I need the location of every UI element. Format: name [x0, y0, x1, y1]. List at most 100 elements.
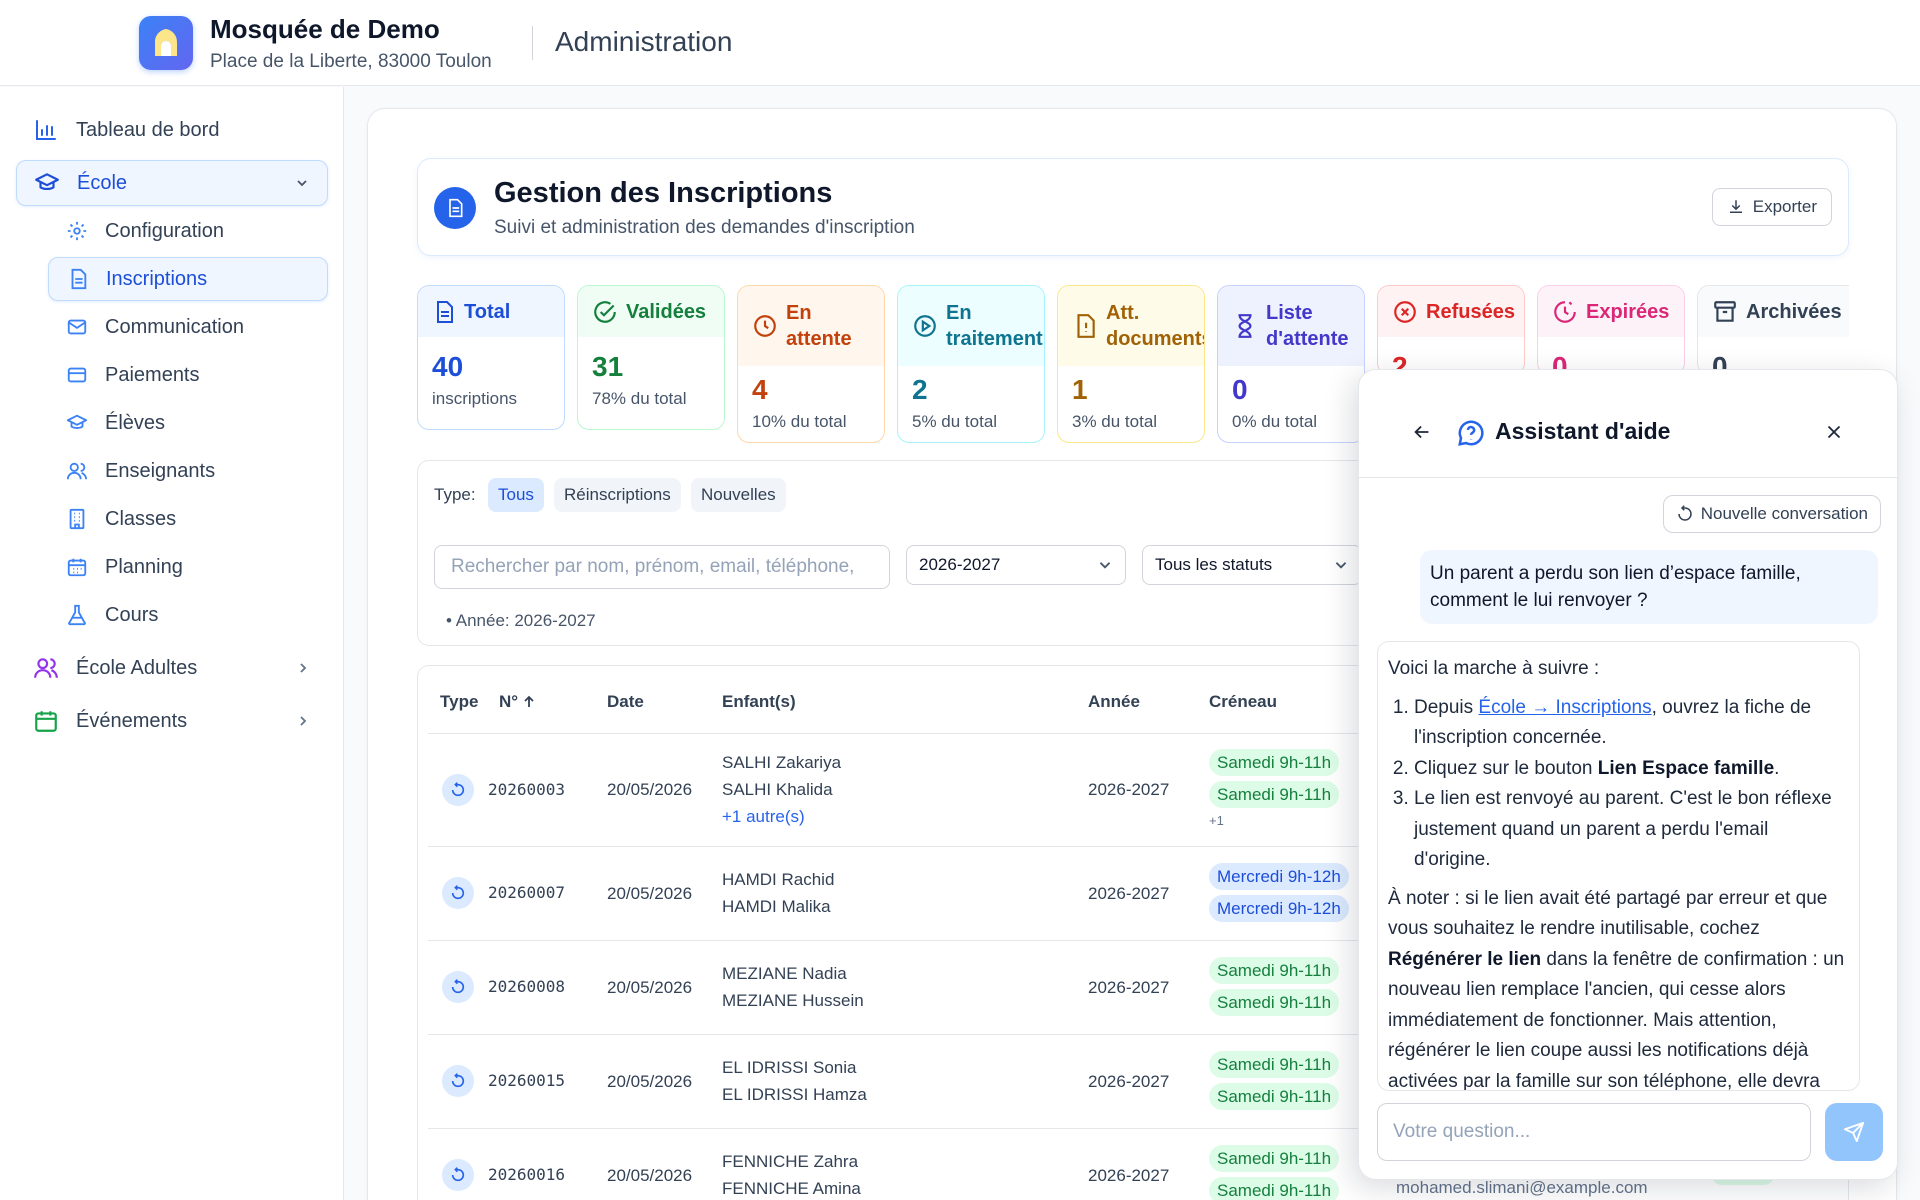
hourglass-icon: [1232, 313, 1258, 339]
download-icon: [1727, 198, 1745, 216]
inscription-number: 20260007: [488, 883, 566, 902]
stat-card-expirees[interactable]: Expirées 0: [1537, 285, 1685, 375]
slot-badge: Mercredi 9h-12h: [1209, 863, 1349, 890]
stat-subtext: 10% du total: [752, 412, 847, 431]
child-name: SALHI Zakariya: [722, 753, 842, 772]
sidebar-item-paiements[interactable]: Paiements: [48, 353, 328, 397]
calendar-icon: [64, 554, 90, 580]
new-conversation-button[interactable]: Nouvelle conversation: [1662, 495, 1881, 533]
type-filter-label: Type:: [434, 485, 476, 504]
stat-card-archivees[interactable]: Archivées 0: [1697, 285, 1849, 375]
sidebar-item-eleves[interactable]: Élèves: [48, 401, 328, 445]
chevron-down-icon: [1097, 557, 1113, 573]
stat-label: Total: [464, 300, 511, 323]
child-name: SALHI Khalida: [722, 780, 833, 799]
stat-card-liste-attente[interactable]: Liste d'attente 0 0% du total: [1217, 285, 1365, 443]
back-arrow-icon[interactable]: [1411, 421, 1433, 443]
children-cell: HAMDI Rachid HAMDI Malika: [722, 866, 834, 920]
sidebar-item-classes[interactable]: Classes: [48, 497, 328, 541]
status-select[interactable]: Tous les statuts: [1142, 545, 1362, 585]
stat-header: Archivées: [1698, 286, 1849, 337]
more-children-link[interactable]: +1 autre(s): [722, 803, 841, 830]
stat-card-en-traitement[interactable]: En traitement 2 5% du total: [897, 285, 1045, 443]
column-header-enfants[interactable]: Enfant(s): [722, 692, 796, 712]
slot-badge: Mercredi 9h-12h: [1209, 895, 1349, 922]
stat-card-att-documents[interactable]: Att. documents 1 3% du total: [1057, 285, 1205, 443]
slots-cell: Samedi 9h-11h Samedi 9h-11h: [1209, 1051, 1340, 1115]
child-name: EL IDRISSI Sonia: [722, 1058, 857, 1077]
clock-icon: [752, 313, 778, 339]
reinscription-icon: [442, 971, 474, 1003]
filter-chip-nouvelles[interactable]: Nouvelles: [691, 478, 786, 512]
column-header-annee[interactable]: Année: [1088, 692, 1140, 712]
sidebar-item-communication[interactable]: Communication: [48, 305, 328, 349]
stat-subtext: inscriptions: [432, 389, 518, 408]
assistant-header: Assistant d'aide: [1359, 370, 1897, 478]
assistant-title: Assistant d'aide: [1495, 418, 1671, 444]
stat-card-refusees[interactable]: Refusées 2: [1377, 285, 1525, 375]
sidebar: [0, 87, 344, 1200]
column-header-label: N°: [499, 692, 519, 711]
org-address: Place de la Liberte, 83000 Toulon: [210, 51, 492, 72]
refresh-icon: [1676, 505, 1694, 523]
stat-card-en-attente[interactable]: En attente 4 10% du total: [737, 285, 885, 443]
inscription-date: 20/05/2026: [607, 884, 693, 903]
sidebar-item-inscriptions[interactable]: Inscriptions: [48, 257, 328, 301]
filter-chip-tous[interactable]: Tous: [488, 478, 544, 512]
child-name: FENNICHE Zahra: [722, 1152, 859, 1171]
sidebar-item-evenements[interactable]: Événements: [16, 698, 328, 744]
reinscription-icon: [442, 877, 474, 909]
step-text: .: [1774, 757, 1780, 779]
graduation-cap-icon: [34, 170, 60, 196]
sidebar-item-ecole[interactable]: École: [16, 160, 328, 206]
send-button[interactable]: [1825, 1103, 1883, 1161]
column-header-num[interactable]: N°: [499, 692, 536, 712]
users-icon: [64, 458, 90, 484]
send-icon: [1843, 1121, 1865, 1143]
sidebar-item-configuration[interactable]: Configuration: [48, 209, 328, 253]
child-name: HAMDI Rachid: [722, 870, 835, 889]
note-bold: Régénérer le lien: [1388, 948, 1542, 970]
column-header-creneau[interactable]: Créneau: [1209, 692, 1277, 712]
stat-header: Att. documents: [1058, 286, 1204, 366]
stat-card-validees[interactable]: Validées 31 78% du total: [577, 285, 725, 430]
stat-header: En attente: [738, 286, 884, 366]
sidebar-item-planning[interactable]: Planning: [48, 545, 328, 589]
stat-header: Refusées: [1378, 286, 1524, 337]
sidebar-item-label: École: [77, 171, 128, 194]
graduation-cap-icon: [64, 410, 90, 436]
close-icon[interactable]: [1823, 421, 1845, 443]
gear-icon: [64, 218, 90, 244]
assistant-question-input[interactable]: Votre question...: [1377, 1103, 1811, 1161]
stat-header: Expirées: [1538, 286, 1684, 337]
mail-icon: [64, 314, 90, 340]
help-circle-icon: [1456, 418, 1486, 448]
search-input[interactable]: Rechercher par nom, prénom, email, télép…: [434, 545, 890, 589]
sidebar-item-enseignants[interactable]: Enseignants: [48, 449, 328, 493]
stat-label: Refusées: [1426, 300, 1515, 323]
filter-chip-reinscriptions[interactable]: Réinscriptions: [554, 478, 681, 512]
archive-icon: [1712, 299, 1738, 325]
year-select[interactable]: 2026-2027: [906, 545, 1126, 585]
sidebar-item-label: Planning: [105, 555, 183, 578]
export-button[interactable]: Exporter: [1711, 188, 1832, 226]
column-header-date[interactable]: Date: [607, 692, 644, 712]
top-header: Mosquée de Demo Place de la Liberte, 830…: [0, 0, 1920, 86]
org-logo[interactable]: [139, 16, 193, 70]
stat-value: 31: [592, 351, 624, 382]
stat-subtext: 78% du total: [592, 389, 687, 408]
stat-value: 4: [752, 374, 768, 405]
sidebar-item-ecole-adultes[interactable]: École Adultes: [16, 645, 328, 691]
inscription-number: 20260016: [488, 1165, 566, 1184]
column-header-type[interactable]: Type: [440, 692, 478, 712]
sidebar-item-cours[interactable]: Cours: [48, 593, 328, 637]
stat-card-total[interactable]: Total 40 inscriptions: [417, 285, 565, 430]
slot-badge: Samedi 9h-11h: [1209, 781, 1340, 808]
stat-label: En traitement: [946, 302, 1043, 350]
sidebar-item-dashboard[interactable]: Tableau de bord: [16, 107, 328, 153]
sidebar-item-label: Inscriptions: [106, 267, 208, 290]
document-icon: [65, 266, 91, 292]
user-message: Un parent a perdu son lien d’espace fami…: [1420, 550, 1878, 624]
stat-value: 40: [432, 351, 464, 382]
ecole-inscriptions-link[interactable]: École → Inscriptions: [1478, 697, 1651, 718]
